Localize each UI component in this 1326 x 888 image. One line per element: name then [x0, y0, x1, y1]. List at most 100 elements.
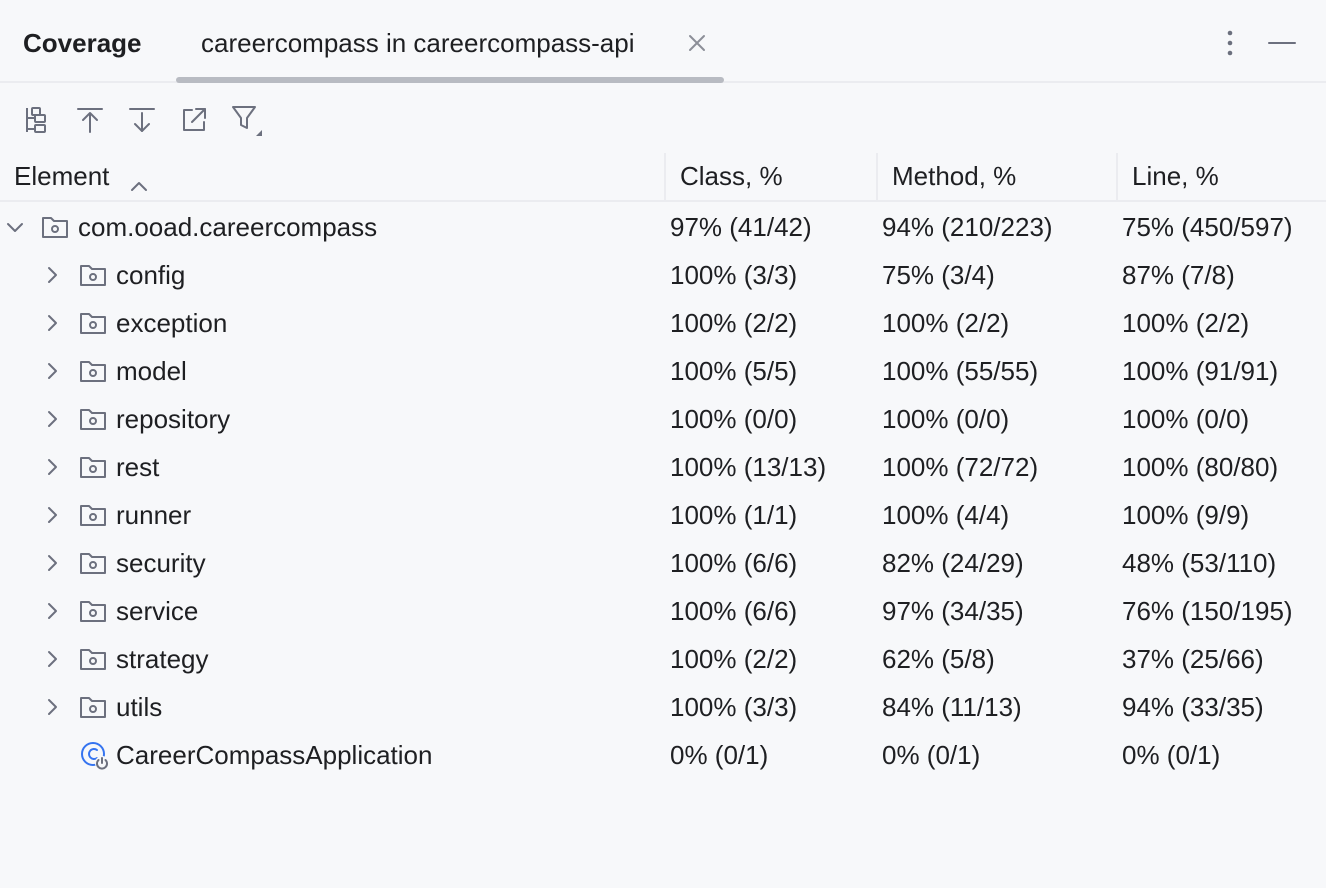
- class-coverage: 100% (6/6): [670, 548, 798, 578]
- column-header-method[interactable]: Method, %: [876, 153, 1116, 200]
- chevron-right-icon[interactable]: [41, 696, 63, 718]
- class-coverage: 100% (1/1): [670, 500, 798, 530]
- table-row[interactable]: model 100% (5/5) 100% (55/55) 100% (91/91): [0, 347, 1326, 395]
- line-coverage: 100% (2/2): [1122, 308, 1250, 338]
- column-header-line[interactable]: Line, %: [1116, 153, 1326, 200]
- line-coverage: 100% (80/80): [1122, 452, 1279, 482]
- line-coverage: 75% (450/597): [1122, 212, 1293, 242]
- chevron-right-icon[interactable]: [41, 264, 63, 286]
- method-coverage: 75% (3/4): [882, 260, 995, 290]
- element-name: utils: [116, 692, 163, 722]
- table-row[interactable]: security 100% (6/6) 82% (24/29) 48% (53/110…: [0, 539, 1326, 587]
- chevron-right-icon[interactable]: [41, 408, 63, 430]
- element-name: com.ooad.careercompass: [78, 212, 378, 242]
- table-row[interactable]: com.ooad.careercompass 97% (41/42) 94% (…: [0, 203, 1326, 251]
- line-coverage: 100% (9/9): [1122, 500, 1250, 530]
- element-name: rest: [116, 452, 160, 482]
- element-name: service: [116, 596, 199, 626]
- class-coverage: 100% (3/3): [670, 260, 798, 290]
- collapse-all-icon[interactable]: [72, 102, 108, 138]
- line-coverage: 48% (53/110): [1122, 548, 1277, 578]
- column-header-element[interactable]: Element: [0, 153, 664, 200]
- element-name: runner: [116, 500, 192, 530]
- method-coverage: 97% (34/35): [882, 596, 1024, 626]
- package-folder-icon: [79, 645, 107, 673]
- class-coverage: 100% (0/0): [670, 404, 798, 434]
- coverage-suite-tab[interactable]: careercompass in careercompass-api: [176, 0, 724, 83]
- line-coverage: 76% (150/195): [1122, 596, 1293, 626]
- table-row[interactable]: utils 100% (3/3) 84% (11/13) 94% (33/35): [0, 683, 1326, 731]
- line-coverage: 94% (33/35): [1122, 692, 1264, 722]
- method-coverage: 94% (210/223): [882, 212, 1053, 242]
- chevron-right-icon[interactable]: [41, 648, 63, 670]
- table-row[interactable]: service 100% (6/6) 97% (34/35) 76% (150/195…: [0, 587, 1326, 635]
- method-coverage: 100% (4/4): [882, 500, 1010, 530]
- element-name: strategy: [116, 644, 209, 674]
- package-folder-icon: [79, 261, 107, 289]
- expand-all-icon[interactable]: [124, 102, 160, 138]
- chevron-right-icon[interactable]: [41, 552, 63, 574]
- element-name: security: [116, 548, 206, 578]
- column-header-label: Class, %: [680, 161, 783, 191]
- element-name: CareerCompassApplication: [116, 740, 433, 770]
- tool-window-title: Coverage: [23, 28, 142, 58]
- package-folder-icon: [79, 453, 107, 481]
- chevron-right-icon[interactable]: [41, 504, 63, 526]
- table-row[interactable]: rest 100% (13/13) 100% (72/72) 100% (80/80): [0, 443, 1326, 491]
- class-coverage: 0% (0/1): [670, 740, 769, 770]
- chevron-right-icon[interactable]: [41, 600, 63, 622]
- class-coverage: 100% (2/2): [670, 644, 798, 674]
- table-row[interactable]: CareerCompassApplication 0% (0/1) 0% (0/…: [0, 731, 1326, 779]
- chevron-right-icon[interactable]: [41, 312, 63, 334]
- export-icon[interactable]: [176, 102, 212, 138]
- column-header-class[interactable]: Class, %: [664, 153, 876, 200]
- package-folder-icon: [79, 693, 107, 721]
- coverage-tool-window: Coverage careercompass in careercompass-…: [0, 0, 1326, 888]
- method-coverage: 100% (2/2): [882, 308, 1010, 338]
- class-coverage: 100% (13/13): [670, 452, 827, 482]
- column-header-label: Method, %: [892, 161, 1017, 191]
- tab-label: careercompass in careercompass-api: [201, 28, 635, 58]
- element-name: config: [116, 260, 186, 290]
- class-coverage: 100% (2/2): [670, 308, 798, 338]
- flatten-packages-icon[interactable]: [19, 102, 55, 138]
- table-row[interactable]: exception 100% (2/2) 100% (2/2) 100% (2/2): [0, 299, 1326, 347]
- table-row[interactable]: runner 100% (1/1) 100% (4/4) 100% (9/9): [0, 491, 1326, 539]
- spring-boot-application-class-icon: [80, 741, 109, 770]
- active-tab-underline: [176, 77, 724, 83]
- column-header-label: Line, %: [1132, 161, 1219, 191]
- class-coverage: 100% (3/3): [670, 692, 798, 722]
- sort-ascending-icon: [128, 165, 150, 191]
- chevron-down-icon[interactable]: [4, 216, 26, 238]
- table-row[interactable]: config 100% (3/3) 75% (3/4) 87% (7/8): [0, 251, 1326, 299]
- package-folder-icon: [79, 357, 107, 385]
- line-coverage: 0% (0/1): [1122, 740, 1221, 770]
- chevron-right-icon[interactable]: [41, 360, 63, 382]
- line-coverage: 100% (0/0): [1122, 404, 1250, 434]
- element-name: model: [116, 356, 187, 386]
- line-coverage: 87% (7/8): [1122, 260, 1235, 290]
- tool-window-header: Coverage careercompass in careercompass-…: [0, 0, 1326, 83]
- class-coverage: 97% (41/42): [670, 212, 812, 242]
- package-folder-icon: [79, 597, 107, 625]
- element-name: repository: [116, 404, 231, 434]
- minimize-icon[interactable]: [1266, 27, 1298, 59]
- class-coverage: 100% (5/5): [670, 356, 798, 386]
- package-folder-icon: [79, 549, 107, 577]
- element-name: exception: [116, 308, 228, 338]
- coverage-tree-table: com.ooad.careercompass 97% (41/42) 94% (…: [0, 203, 1326, 779]
- line-coverage: 37% (25/66): [1122, 644, 1264, 674]
- filter-icon[interactable]: [228, 102, 264, 138]
- table-row[interactable]: strategy 100% (2/2) 62% (5/8) 37% (25/66): [0, 635, 1326, 683]
- method-coverage: 100% (55/55): [882, 356, 1039, 386]
- table-header: Element Class, % Method, % Line, %: [0, 153, 1326, 202]
- package-folder-icon: [79, 501, 107, 529]
- column-header-label: Element: [14, 161, 110, 191]
- close-icon[interactable]: [683, 29, 711, 57]
- table-row[interactable]: repository 100% (0/0) 100% (0/0) 100% (0/0): [0, 395, 1326, 443]
- line-coverage: 100% (91/91): [1122, 356, 1279, 386]
- chevron-right-icon[interactable]: [41, 456, 63, 478]
- more-options-icon[interactable]: [1214, 27, 1246, 59]
- method-coverage: 100% (72/72): [882, 452, 1039, 482]
- method-coverage: 62% (5/8): [882, 644, 995, 674]
